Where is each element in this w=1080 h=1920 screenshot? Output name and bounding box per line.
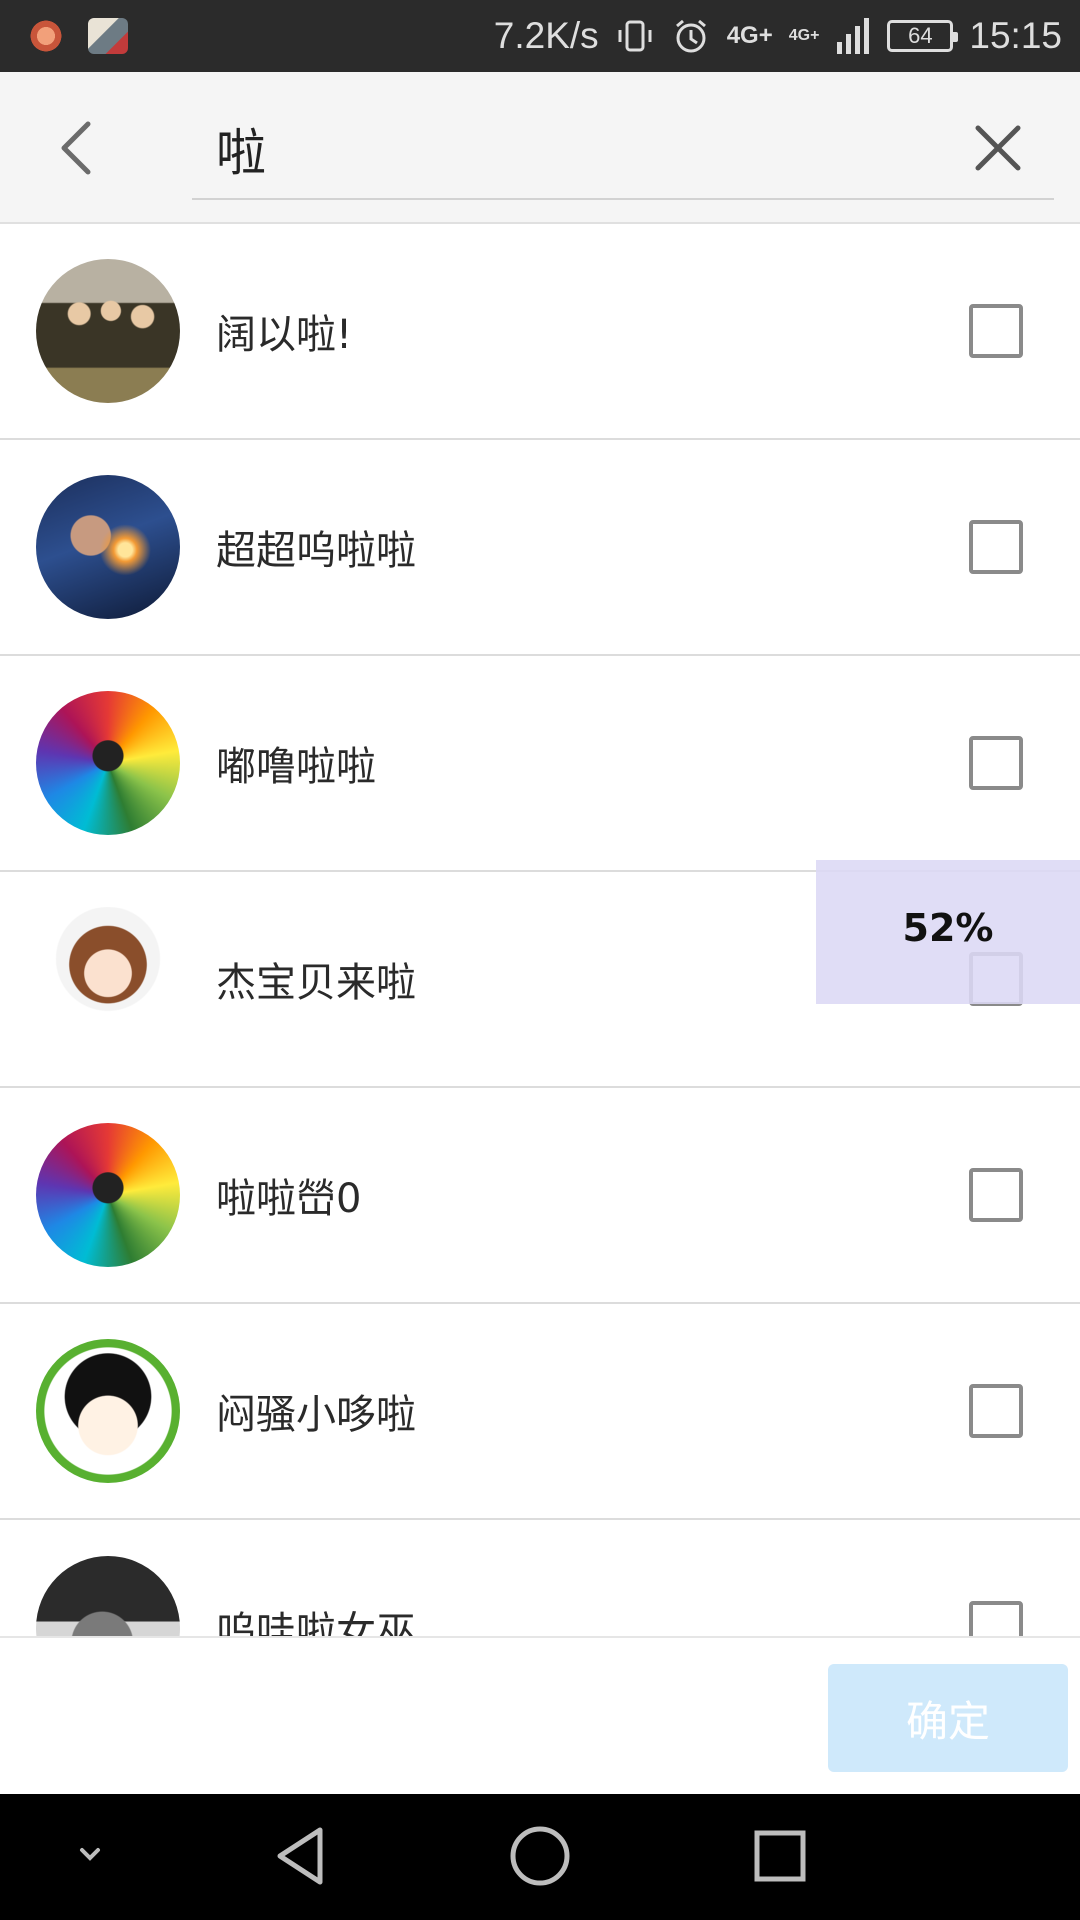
avatar	[36, 907, 180, 1051]
contact-name: 闷骚小哆啦	[216, 1392, 416, 1438]
chevron-left-icon	[61, 121, 91, 175]
contact-name: 嘟噜啦啦	[216, 744, 376, 790]
square-recents-icon	[754, 1830, 806, 1882]
contact-row[interactable]: 闷骚小哆啦	[0, 1304, 1080, 1520]
select-checkbox[interactable]	[969, 736, 1023, 790]
chevron-down-icon	[80, 1848, 100, 1861]
avatar	[36, 1123, 180, 1267]
contact-name: 杰宝贝来啦	[216, 960, 416, 1006]
avatar	[36, 259, 180, 403]
alarm-icon	[671, 16, 711, 56]
circle-home-icon	[510, 1826, 570, 1886]
contact-row[interactable]: 嘟噜啦啦	[0, 656, 1080, 872]
confirm-button[interactable]: 确定	[828, 1664, 1068, 1772]
contact-name: 呜哇啦女巫	[216, 1609, 416, 1636]
contact-name: 超超呜啦啦	[216, 528, 416, 574]
navigation-bar	[0, 1794, 1080, 1920]
nav-back-button[interactable]	[272, 1824, 328, 1892]
battery-icon: 64	[887, 20, 959, 52]
avatar	[36, 1556, 180, 1636]
triangle-back-icon	[277, 1827, 323, 1885]
signal-icon	[835, 16, 871, 56]
contact-row[interactable]: 呜哇啦女巫	[0, 1520, 1080, 1636]
avatar	[36, 475, 180, 619]
search-query: 啦	[216, 124, 266, 182]
nav-home-button[interactable]	[508, 1824, 572, 1892]
avatar	[36, 691, 180, 835]
network-4g-1: 4G+	[726, 22, 773, 49]
status-bar: 7.2K/s 4G+ 4G+ 64 15:15	[0, 0, 1080, 72]
avatar	[36, 1339, 180, 1483]
select-checkbox[interactable]	[969, 304, 1023, 358]
select-checkbox[interactable]	[969, 1601, 1023, 1636]
close-icon	[975, 125, 1021, 171]
contact-row[interactable]: 超超呜啦啦	[0, 440, 1080, 656]
hide-nav-button[interactable]	[70, 1838, 110, 1878]
battery-level: 64	[908, 23, 933, 48]
contact-row[interactable]: 啦啦嵤0	[0, 1088, 1080, 1304]
contact-row[interactable]: 阔以啦!	[0, 224, 1080, 440]
progress-label: 52%	[902, 906, 994, 950]
contact-name: 阔以啦!	[216, 312, 353, 358]
clear-search-button[interactable]	[970, 120, 1026, 176]
vibrate-icon	[615, 16, 655, 56]
search-input[interactable]: 啦	[192, 100, 1054, 200]
status-time: 15:15	[969, 15, 1062, 56]
contact-name: 啦啦嵤0	[216, 1176, 362, 1222]
select-checkbox[interactable]	[969, 1168, 1023, 1222]
network-4g-2: 4G+	[788, 27, 820, 44]
image-notification-icon	[88, 18, 128, 54]
net-speed: 7.2K/s	[493, 15, 599, 56]
search-header: 啦	[0, 72, 1080, 224]
select-checkbox[interactable]	[969, 1384, 1023, 1438]
nav-recents-button[interactable]	[752, 1824, 808, 1892]
select-checkbox[interactable]	[969, 520, 1023, 574]
app-notification-icon	[28, 18, 64, 54]
progress-indicator: 52%	[816, 860, 1080, 1004]
action-bar: 确定	[0, 1636, 1080, 1794]
back-button[interactable]	[52, 116, 112, 180]
